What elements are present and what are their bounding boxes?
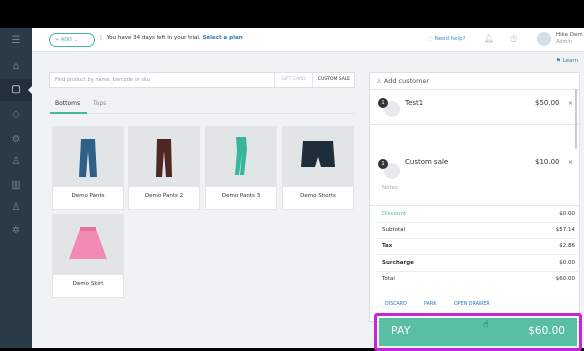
park-button[interactable]: PARK <box>424 302 436 307</box>
product-name: Demo Pants 3 <box>221 193 261 199</box>
summary-label: Discount <box>382 211 407 217</box>
scrollbar[interactable] <box>575 89 577 149</box>
screen-top-bar <box>0 0 584 28</box>
users-icon[interactable]: ♙ <box>8 201 24 215</box>
need-help-label: Need help? <box>434 36 466 42</box>
summary-row-subtotal: Subtotal $57.14 <box>377 223 578 239</box>
product-card[interactable]: Demo Pants 2 <box>128 126 200 210</box>
tag-icon[interactable]: ◇ <box>8 108 24 122</box>
need-help-link[interactable]: ◌ Need help? <box>428 36 466 42</box>
product-image <box>283 127 353 187</box>
product-image <box>53 127 123 187</box>
tab-divider <box>49 113 355 114</box>
navy-pants-icon <box>79 139 97 177</box>
skirt-icon <box>69 227 107 259</box>
remove-item-icon[interactable]: × <box>568 100 573 107</box>
summary-label: Total <box>382 276 395 282</box>
flag-icon: ⚑ <box>556 58 561 64</box>
summary-value: $0.00 <box>559 260 575 266</box>
summary-label: Tax <box>382 243 393 249</box>
qty-badge: 1 <box>378 98 388 108</box>
gift-card-button[interactable]: GIFT CARD <box>274 73 312 87</box>
product-image <box>53 215 123 275</box>
gear-icon[interactable]: ✲ <box>8 224 24 238</box>
item-name: Custom sale <box>405 158 449 166</box>
clock-icon[interactable]: ◷ <box>510 34 517 43</box>
tab-bottoms[interactable]: Bottoms <box>55 100 80 107</box>
product-name: Demo Pants 2 <box>144 193 184 199</box>
summary-value: $60.00 <box>555 276 575 282</box>
trial-notice: | You have 34 days left in your trial. S… <box>100 35 243 41</box>
summary-label: Subtotal <box>382 227 406 233</box>
customers-icon[interactable]: ♙ <box>8 155 24 169</box>
learn-label: Learn <box>562 58 579 64</box>
pay-amount: $60.00 <box>528 325 565 337</box>
order-summary: Discount $0.00 Subtotal $57.14 Tax $2.86… <box>377 210 578 300</box>
user-name[interactable]: Hike Dem <box>556 32 583 38</box>
summary-row-tax: Tax $2.86 <box>377 239 578 255</box>
avatar[interactable] <box>537 32 551 46</box>
pay-button[interactable]: PAY ☝ $60.00 <box>379 318 577 346</box>
chat-icon: ◌ <box>428 36 433 42</box>
divider <box>370 124 579 125</box>
home-icon[interactable]: ⌂ <box>8 60 24 74</box>
user-icon: ♙ <box>376 77 382 85</box>
product-card[interactable]: Demo Shorts <box>282 126 354 210</box>
bell-icon[interactable]: 🔔︎ <box>484 34 494 43</box>
active-tab-underline <box>50 112 87 114</box>
remove-item-icon[interactable]: × <box>568 159 573 166</box>
divider: | <box>100 35 102 41</box>
product-name: Demo Shorts <box>300 193 336 199</box>
tab-tops[interactable]: Tops <box>93 100 106 107</box>
product-image <box>206 127 276 187</box>
item-name: Test1 <box>405 99 424 107</box>
summary-label: Surcharge <box>382 260 414 266</box>
brown-pants-icon <box>156 139 172 177</box>
add-customer-label: Add customer <box>383 77 430 85</box>
settings-icon[interactable]: ⚙ <box>8 133 24 147</box>
pos-app: ☰ ⌂ ▢ ◇ ⚙ ♙ ▥ ♙ ✲ + ADD ⌄ | You have 34 … <box>0 28 584 351</box>
product-card[interactable]: Demo Skirt <box>52 214 124 298</box>
select-plan-link[interactable]: Select a plan <box>202 35 242 41</box>
add-button[interactable]: + ADD ⌄ <box>49 33 95 47</box>
top-header: + ADD ⌄ | You have 34 days left in your … <box>32 28 584 52</box>
sidebar: ☰ ⌂ ▢ ◇ ⚙ ♙ ▥ ♙ ✲ <box>0 28 33 348</box>
open-drawer-button[interactable]: OPEN DRAWER <box>454 302 490 307</box>
category-tabs: Bottoms Tops <box>49 96 355 114</box>
summary-value: $57.14 <box>555 227 575 233</box>
notes-field[interactable]: Notes <box>382 185 398 191</box>
product-name: Demo Pants <box>71 193 105 199</box>
green-pants-icon <box>235 137 247 175</box>
item-price: $50.00 <box>535 99 560 107</box>
reports-icon[interactable]: ▥ <box>8 179 24 193</box>
trial-text: You have 34 days left in your trial. <box>106 35 201 41</box>
summary-row-discount[interactable]: Discount $0.00 <box>377 207 578 223</box>
item-price: $10.00 <box>535 158 560 166</box>
summary-row-surcharge: Surcharge $0.00 <box>377 256 578 272</box>
user-role: Admin <box>556 39 572 45</box>
sidebar-item-sell[interactable]: ▢ <box>0 79 33 101</box>
pay-label: PAY <box>391 325 411 337</box>
discard-button[interactable]: DISCARD <box>385 302 407 307</box>
divider <box>370 205 579 206</box>
bag-icon: ▢ <box>11 84 21 95</box>
product-name: Demo Skirt <box>72 281 104 287</box>
active-indicator <box>28 85 33 95</box>
product-image <box>129 127 199 187</box>
divider <box>370 89 579 90</box>
hand-cursor-icon: ☝ <box>483 320 489 330</box>
menu-icon[interactable]: ☰ <box>8 34 24 48</box>
shorts-icon <box>301 141 335 167</box>
summary-value: $2.86 <box>559 243 575 249</box>
custom-sale-button[interactable]: CUSTOM SALE <box>312 73 355 87</box>
product-card[interactable]: Demo Pants 3 <box>205 126 277 210</box>
qty-badge: 1 <box>378 159 388 169</box>
add-customer-button[interactable]: ♙ Add customer <box>376 77 429 85</box>
summary-value: $0.00 <box>559 211 575 217</box>
product-search: Find product by name, barcode or sku GIF… <box>49 72 355 88</box>
product-card[interactable]: Demo Pants <box>52 126 124 210</box>
learn-link[interactable]: ⚑ Learn <box>556 58 578 64</box>
summary-row-total: Total $60.00 <box>377 272 578 288</box>
search-input[interactable]: Find product by name, barcode or sku <box>55 77 150 83</box>
